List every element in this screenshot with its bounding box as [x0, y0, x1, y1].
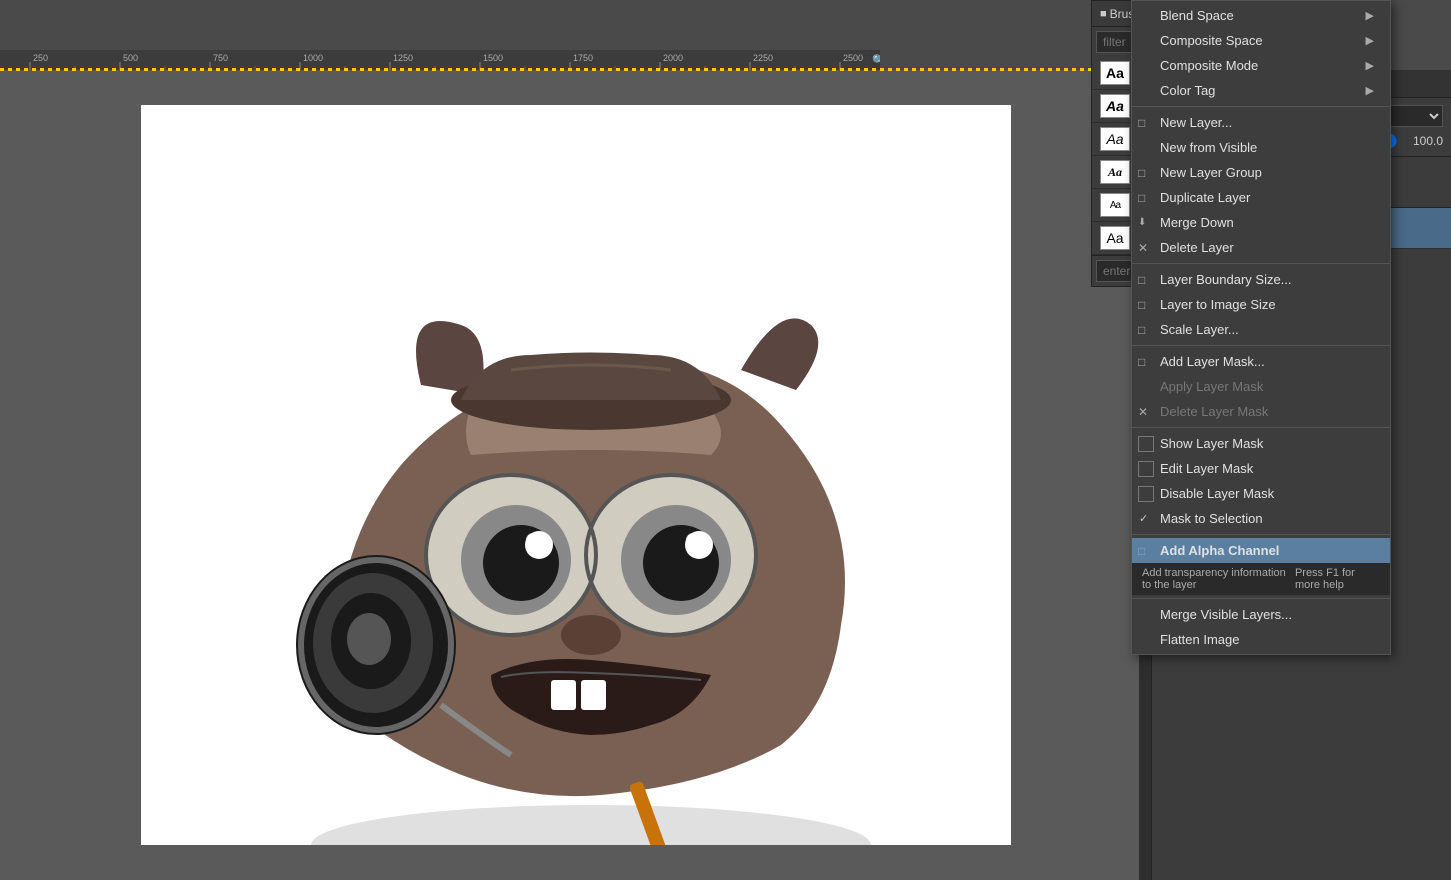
menu-item-color-tag[interactable]: Color Tag ▶: [1132, 78, 1390, 103]
menu-item-new-from-visible[interactable]: New from Visible: [1132, 135, 1390, 160]
composite-space-arrow: ▶: [1366, 34, 1374, 47]
add-alpha-channel-label: Add Alpha Channel: [1160, 543, 1279, 558]
svg-text:500: 500: [123, 53, 138, 63]
horizontal-ruler: 250 500 750 1000 1250 1500 1750 2000: [0, 50, 880, 70]
menu-item-edit-layer-mask[interactable]: Edit Layer Mask: [1132, 456, 1390, 481]
add-alpha-icon: □: [1138, 544, 1145, 558]
font-preview-5: Aa: [1100, 226, 1130, 250]
tooltip-help: Press F1 for more help: [1295, 567, 1380, 591]
font-preview-1: Aa: [1100, 94, 1130, 118]
svg-text:250: 250: [33, 53, 48, 63]
menu-tooltip-bar: Add transparency information to the laye…: [1132, 563, 1390, 595]
menu-item-merge-down[interactable]: ⬇ Merge Down: [1132, 210, 1390, 235]
font-preview-0: Aa: [1100, 61, 1130, 85]
blend-space-arrow: ▶: [1366, 9, 1374, 22]
svg-text:1000: 1000: [303, 53, 323, 63]
duplicate-layer-label: Duplicate Layer: [1160, 190, 1250, 205]
merge-visible-label: Merge Visible Layers...: [1160, 607, 1292, 622]
menu-item-flatten-image[interactable]: Flatten Image: [1132, 627, 1390, 652]
scale-layer-icon: □: [1138, 323, 1145, 337]
brushes-icon: ■: [1100, 8, 1107, 20]
separator-5: [1132, 534, 1390, 535]
delete-layer-label: Delete Layer: [1160, 240, 1234, 255]
menu-item-add-alpha-channel[interactable]: □ Add Alpha Channel: [1132, 538, 1390, 563]
new-layer-group-icon: □: [1138, 166, 1145, 180]
canvas-white: [141, 105, 1011, 845]
menu-item-delete-layer[interactable]: ✕ Delete Layer: [1132, 235, 1390, 260]
main-area: 250 500 750 1000 1250 1500 1750 2000: [0, 0, 1451, 880]
composite-space-label: Composite Space: [1160, 33, 1263, 48]
menu-item-blend-space[interactable]: Blend Space ▶: [1132, 3, 1390, 28]
disable-layer-mask-label: Disable Layer Mask: [1160, 486, 1274, 501]
new-layer-icon: □: [1138, 116, 1145, 130]
apply-layer-mask-label: Apply Layer Mask: [1160, 379, 1263, 394]
new-from-visible-label: New from Visible: [1160, 140, 1257, 155]
layer-to-image-icon: □: [1138, 298, 1145, 312]
scale-layer-label: Scale Layer...: [1160, 322, 1239, 337]
context-menu: Blend Space ▶ Composite Space ▶ Composit…: [1131, 0, 1391, 655]
app-container: 250 500 750 1000 1250 1500 1750 2000: [0, 0, 1451, 880]
mask-to-selection-label: Mask to Selection: [1160, 511, 1263, 526]
menu-item-mask-to-selection[interactable]: Mask to Selection: [1132, 506, 1390, 531]
menu-item-new-layer-group[interactable]: □ New Layer Group: [1132, 160, 1390, 185]
menu-item-composite-mode[interactable]: Composite Mode ▶: [1132, 53, 1390, 78]
opacity-value: 100.0: [1403, 134, 1443, 148]
add-layer-mask-label: Add Layer Mask...: [1160, 354, 1265, 369]
color-tag-arrow: ▶: [1366, 84, 1374, 97]
menu-item-add-layer-mask[interactable]: □ Add Layer Mask...: [1132, 349, 1390, 374]
svg-text:1250: 1250: [393, 53, 413, 63]
svg-text:1750: 1750: [573, 53, 593, 63]
menu-item-layer-boundary-size[interactable]: □ Layer Boundary Size...: [1132, 267, 1390, 292]
svg-text:2500: 2500: [843, 53, 863, 63]
delete-layer-mask-icon: ✕: [1138, 405, 1148, 419]
font-preview-2: Aa: [1100, 127, 1130, 151]
menu-item-apply-layer-mask: Apply Layer Mask: [1132, 374, 1390, 399]
menu-item-layer-to-image-size[interactable]: □ Layer to Image Size: [1132, 292, 1390, 317]
separator-2: [1132, 263, 1390, 264]
color-tag-label: Color Tag: [1160, 83, 1215, 98]
merge-down-icon: ⬇: [1138, 217, 1146, 228]
separator-3: [1132, 345, 1390, 346]
svg-text:2000: 2000: [663, 53, 683, 63]
add-layer-mask-icon: □: [1138, 355, 1145, 369]
menu-item-delete-layer-mask: ✕ Delete Layer Mask: [1132, 399, 1390, 424]
tooltip-text: Add transparency information to the laye…: [1142, 567, 1295, 591]
new-layer-group-label: New Layer Group: [1160, 165, 1262, 180]
separator-6: [1132, 598, 1390, 599]
delete-layer-icon: ✕: [1138, 241, 1148, 255]
edit-layer-mask-label: Edit Layer Mask: [1160, 461, 1253, 476]
menu-item-show-layer-mask[interactable]: Show Layer Mask: [1132, 431, 1390, 456]
svg-text:2250: 2250: [753, 53, 773, 63]
duplicate-layer-icon: □: [1138, 191, 1145, 205]
layer-boundary-label: Layer Boundary Size...: [1160, 272, 1292, 287]
svg-text:1500: 1500: [483, 53, 503, 63]
canvas-border-indicator: [0, 68, 1151, 71]
layer-boundary-icon: □: [1138, 273, 1145, 287]
show-layer-mask-label: Show Layer Mask: [1160, 436, 1263, 451]
separator-1: [1132, 106, 1390, 107]
blend-space-label: Blend Space: [1160, 8, 1234, 23]
menu-item-merge-visible-layers[interactable]: Merge Visible Layers...: [1132, 602, 1390, 627]
delete-layer-mask-label: Delete Layer Mask: [1160, 404, 1268, 419]
svg-text:🔍: 🔍: [872, 53, 880, 67]
font-preview-4: Aa: [1100, 193, 1130, 217]
menu-item-new-layer[interactable]: □ New Layer...: [1132, 110, 1390, 135]
flatten-image-label: Flatten Image: [1160, 632, 1240, 647]
font-preview-3: Aa: [1100, 160, 1130, 184]
layer-to-image-label: Layer to Image Size: [1160, 297, 1276, 312]
composite-mode-label: Composite Mode: [1160, 58, 1258, 73]
separator-4: [1132, 427, 1390, 428]
menu-item-disable-layer-mask[interactable]: Disable Layer Mask: [1132, 481, 1390, 506]
menu-item-composite-space[interactable]: Composite Space ▶: [1132, 28, 1390, 53]
gimp-mascot-svg: [221, 225, 971, 845]
menu-item-duplicate-layer[interactable]: □ Duplicate Layer: [1132, 185, 1390, 210]
merge-down-label: Merge Down: [1160, 215, 1234, 230]
new-layer-label: New Layer...: [1160, 115, 1232, 130]
composite-mode-arrow: ▶: [1366, 59, 1374, 72]
menu-item-scale-layer[interactable]: □ Scale Layer...: [1132, 317, 1390, 342]
svg-text:750: 750: [213, 53, 228, 63]
canvas-area: [0, 70, 1151, 880]
